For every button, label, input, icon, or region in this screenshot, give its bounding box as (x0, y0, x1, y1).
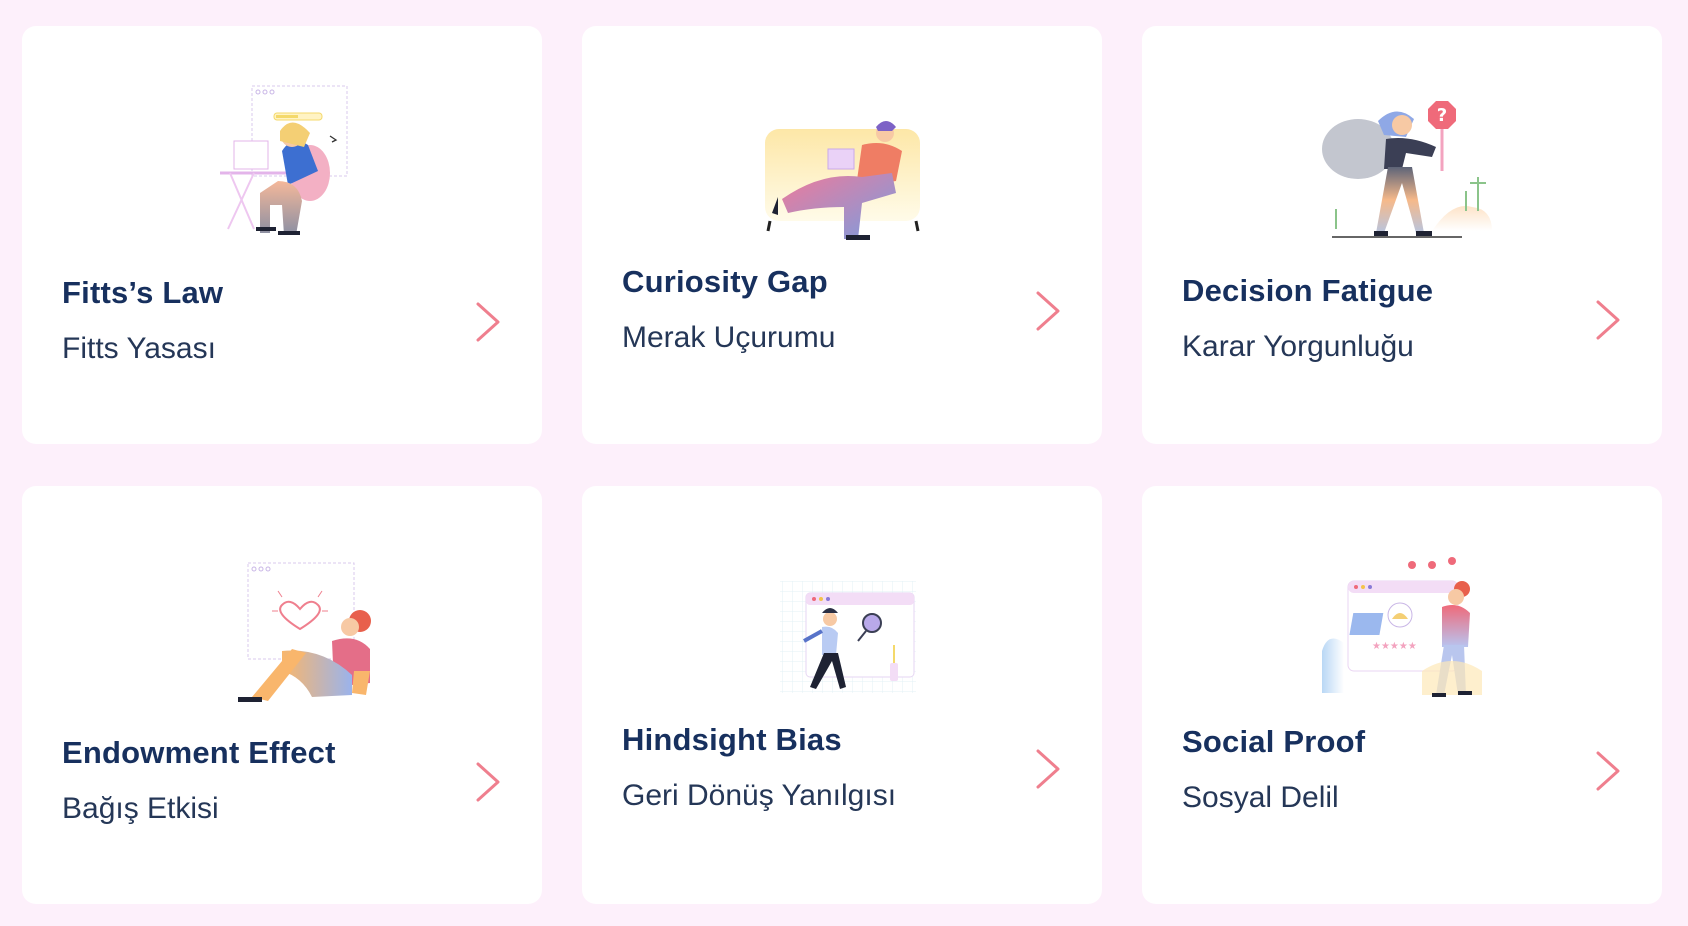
card-grid: Fitts’s Law Fitts Yasası Curiosity Gap M… (0, 0, 1688, 926)
sitting-person-heart-illustration (238, 562, 371, 702)
card-fitts-law[interactable]: Fitts’s Law Fitts Yasası (22, 26, 542, 444)
person-at-laptop-illustration (220, 85, 348, 235)
card-title: Social Proof (1182, 724, 1366, 759)
card-endowment-effect[interactable]: Endowment Effect Bağış Etkisi (22, 486, 542, 904)
card-subtitle: Karar Yorgunluğu (1182, 330, 1414, 363)
card-title: Fitts’s Law (62, 275, 224, 310)
card-subtitle: Merak Uçurumu (622, 321, 836, 354)
card-subtitle: Geri Dönüş Yanılgısı (622, 779, 897, 812)
card-title: Hindsight Bias (622, 722, 842, 757)
chevron-right-icon[interactable] (474, 300, 502, 344)
chevron-right-icon[interactable] (1034, 289, 1062, 333)
svg-text:★★★★★: ★★★★★ (1372, 641, 1417, 652)
card-social-proof[interactable]: ★★★★★ Social Proof Sosyal Delil (1142, 486, 1662, 904)
person-magnifier-illustration (780, 581, 916, 693)
card-title: Endowment Effect (62, 735, 336, 770)
person-reviews-illustration: ★★★★★ (1322, 557, 1482, 697)
confused-person-sign-illustration: ? (1322, 101, 1492, 238)
card-decision-fatigue[interactable]: ? Decision Fatigue Karar Yorgunluğu (1142, 26, 1662, 444)
card-hindsight-bias[interactable]: Hindsight Bias Geri Dönüş Yanılgısı (582, 486, 1102, 904)
chevron-right-icon[interactable] (1594, 298, 1622, 342)
card-title: Curiosity Gap (622, 264, 828, 299)
card-subtitle: Sosyal Delil (1182, 781, 1339, 814)
chevron-right-icon[interactable] (474, 760, 502, 804)
chevron-right-icon[interactable] (1594, 749, 1622, 793)
chevron-right-icon[interactable] (1034, 747, 1062, 791)
card-subtitle: Bağış Etkisi (62, 792, 219, 825)
card-curiosity-gap[interactable]: Curiosity Gap Merak Uçurumu (582, 26, 1102, 444)
svg-text:?: ? (1437, 105, 1447, 126)
card-title: Decision Fatigue (1182, 273, 1434, 308)
card-subtitle: Fitts Yasası (62, 332, 216, 365)
person-on-sofa-illustration (765, 121, 920, 240)
